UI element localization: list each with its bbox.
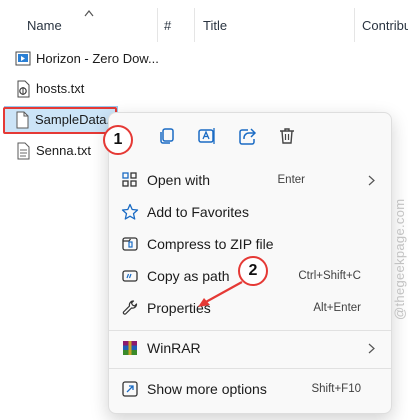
menu-divider (109, 330, 391, 331)
menu-item-shortcut: Enter (277, 174, 306, 186)
wrench-icon (122, 300, 138, 315)
watermark: @thegeekpage.com (392, 198, 407, 320)
open-with-icon (122, 172, 137, 187)
text-file-icon (17, 142, 30, 160)
explorer-window: Name # Title Contribu Horizon - Zero Dow… (0, 0, 408, 420)
menu-item-shortcut: Shift+F10 (311, 383, 361, 395)
menu-item-winrar[interactable]: WinRAR (113, 333, 387, 363)
winrar-icon (123, 341, 137, 355)
column-divider[interactable] (354, 8, 355, 42)
file-row[interactable]: hosts.txt (6, 75, 166, 103)
menu-item-add-to-favorites[interactable]: Add to Favorites (113, 197, 387, 227)
rename-icon[interactable] (197, 126, 217, 146)
column-divider[interactable] (194, 8, 195, 42)
menu-item-label: WinRAR (147, 340, 201, 356)
more-options-icon (122, 381, 138, 397)
file-name: hosts.txt (36, 81, 85, 96)
file-name: Horizon - Zero Dow... (36, 51, 159, 66)
column-divider[interactable] (157, 8, 158, 42)
menu-item-shortcut: Ctrl+Shift+C (298, 270, 361, 282)
column-header: Name # Title Contribu (0, 0, 408, 46)
copy-icon[interactable] (157, 126, 177, 146)
menu-item-label: Open with (147, 172, 211, 188)
menu-item-label: Add to Favorites (147, 204, 249, 220)
menu-item-show-more-options[interactable]: Show more options Shift+F10 (113, 374, 387, 404)
arrow-icon (198, 281, 243, 307)
file-row[interactable]: Horizon - Zero Dow... (6, 45, 166, 73)
column-number[interactable]: # (164, 18, 171, 33)
chevron-right-icon (368, 343, 375, 354)
menu-item-label: Compress to ZIP file (147, 236, 274, 252)
file-name: Senna.txt (36, 143, 91, 158)
open-with-file-icon (17, 80, 30, 98)
zip-archive-icon (122, 237, 138, 251)
column-contributing[interactable]: Contribu (362, 18, 408, 33)
share-icon[interactable] (237, 126, 257, 146)
menu-item-properties[interactable]: Properties Alt+Enter (113, 293, 387, 323)
menu-item-compress-zip[interactable]: Compress to ZIP file (113, 229, 387, 259)
menu-divider (109, 368, 391, 369)
delete-icon[interactable] (277, 126, 297, 146)
column-name[interactable]: Name (27, 18, 62, 33)
star-icon (121, 203, 139, 220)
step-badge-1: 1 (103, 125, 133, 155)
menu-item-label: Show more options (147, 381, 267, 397)
sort-ascending-icon[interactable] (84, 9, 94, 17)
media-file-icon (15, 51, 31, 66)
copy-path-icon (122, 270, 138, 282)
column-title[interactable]: Title (203, 18, 227, 33)
menu-item-shortcut: Alt+Enter (313, 302, 361, 314)
selection-highlight-box (3, 107, 117, 134)
step-badge-2: 2 (238, 256, 268, 286)
quick-actions-bar (109, 113, 391, 157)
menu-item-open-with[interactable]: Open with Enter (113, 165, 387, 195)
chevron-right-icon (368, 175, 375, 186)
